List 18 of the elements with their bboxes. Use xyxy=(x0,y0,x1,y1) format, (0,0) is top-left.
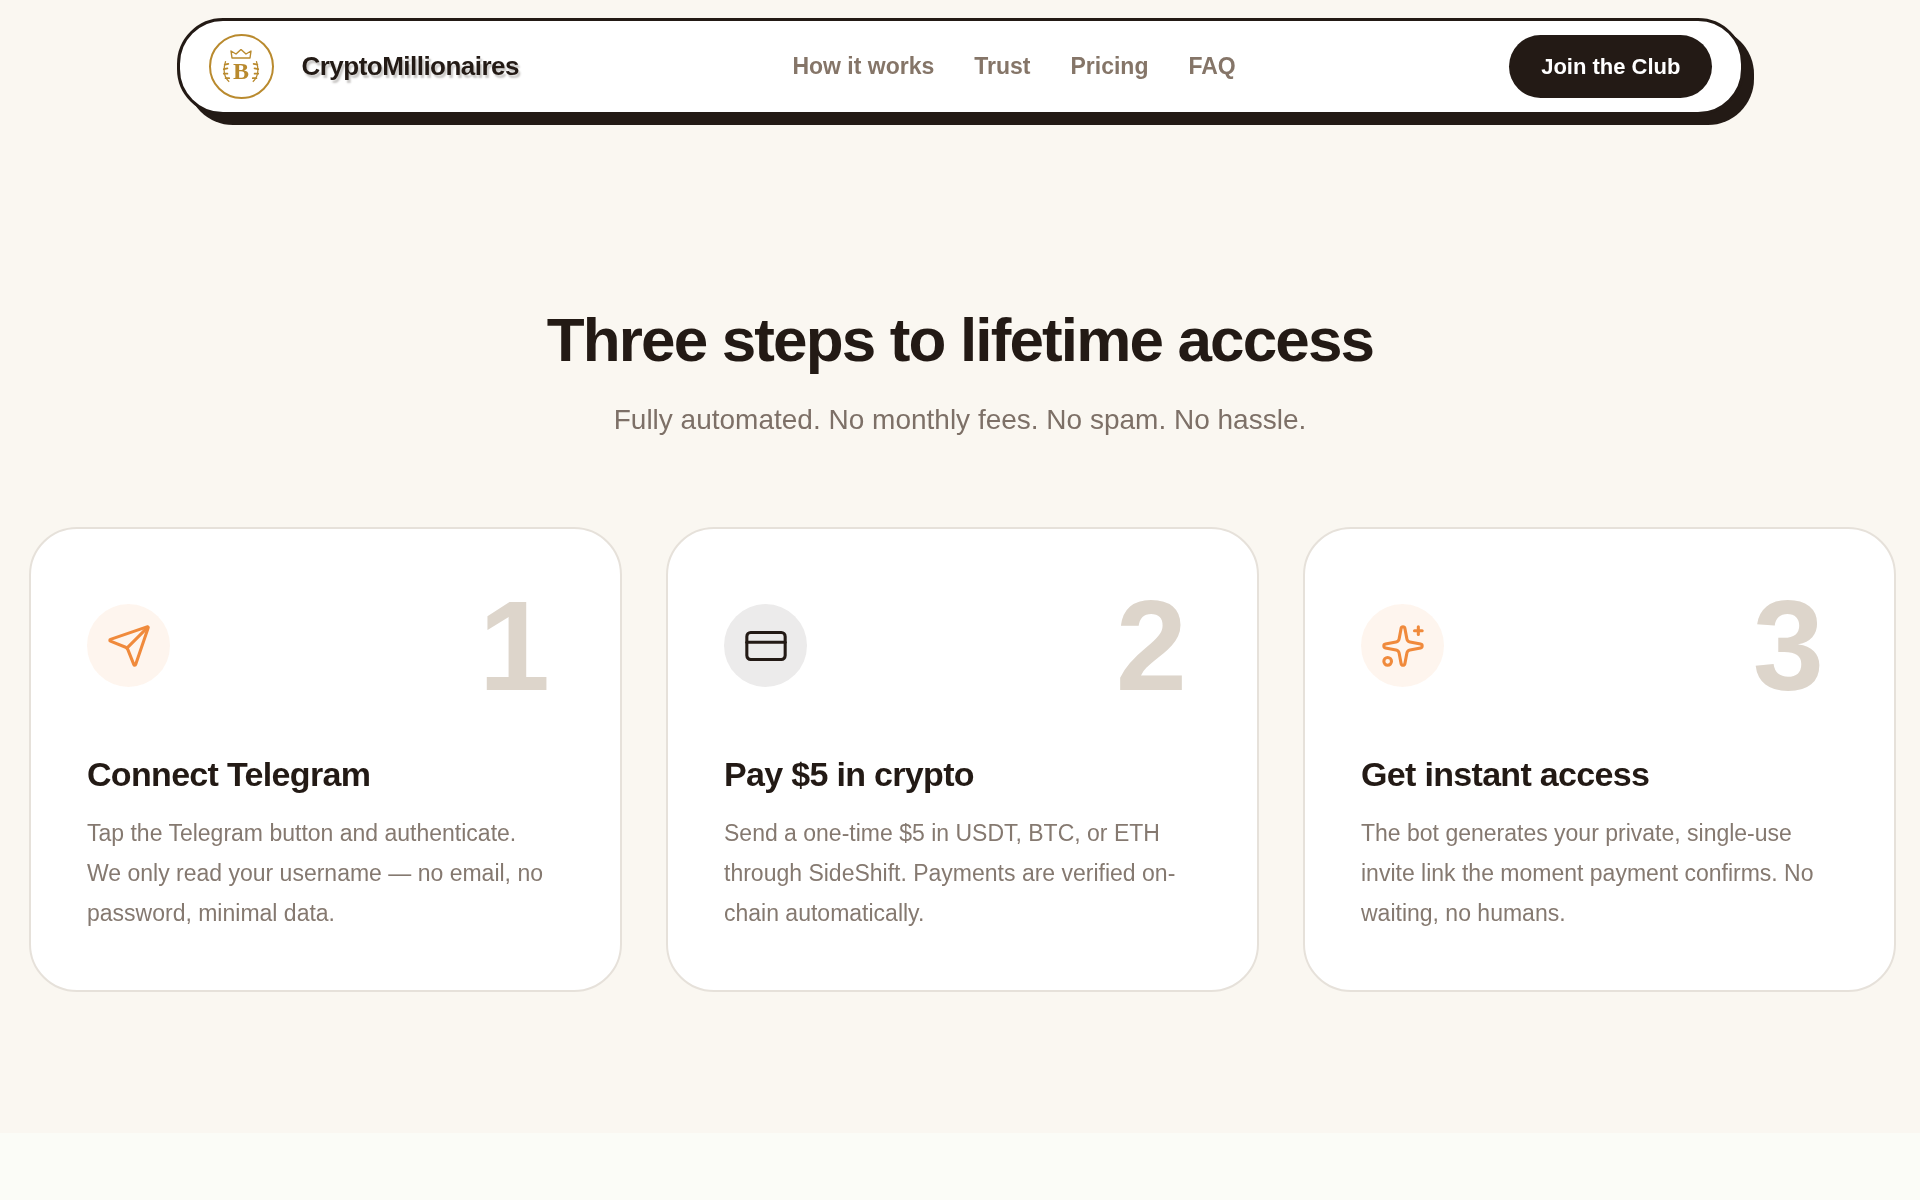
crown-icon xyxy=(230,49,252,59)
step-description: The bot generates your private, single-use invite link the moment payment confirms. No waiting, no humans. xyxy=(1361,819,1815,929)
step-description: Send a one-time $5 in USDT, BTC, or ETH through SideShift. Payments are verified on-chain automatically. xyxy=(724,819,1177,929)
nav-link[interactable]: How it works xyxy=(792,49,935,84)
nav-link[interactable]: Pricing xyxy=(1070,49,1149,84)
brand-name: CryptoMillionaires xyxy=(301,50,519,83)
join-club-button[interactable]: Join the Club xyxy=(1509,35,1713,98)
step-description: Tap the Telegram button and authenticate. We only read your username — no email, no password, minimal data. xyxy=(87,819,544,929)
logo-letter: B xyxy=(233,59,249,83)
laurel-icon xyxy=(251,58,260,84)
laurel-icon xyxy=(222,58,231,84)
step-title: Get instant access xyxy=(1361,754,1651,796)
section-subtitle: Fully automated. No monthly fees. No spam. No hassle. xyxy=(612,403,1308,438)
step-title: Pay $5 in crypto xyxy=(724,754,975,796)
section-heading: Three steps to lifetime access xyxy=(545,304,1375,376)
nav-link[interactable]: Trust xyxy=(974,49,1031,84)
nav-link[interactable]: FAQ xyxy=(1188,49,1236,84)
step-title: Connect Telegram xyxy=(87,754,372,796)
